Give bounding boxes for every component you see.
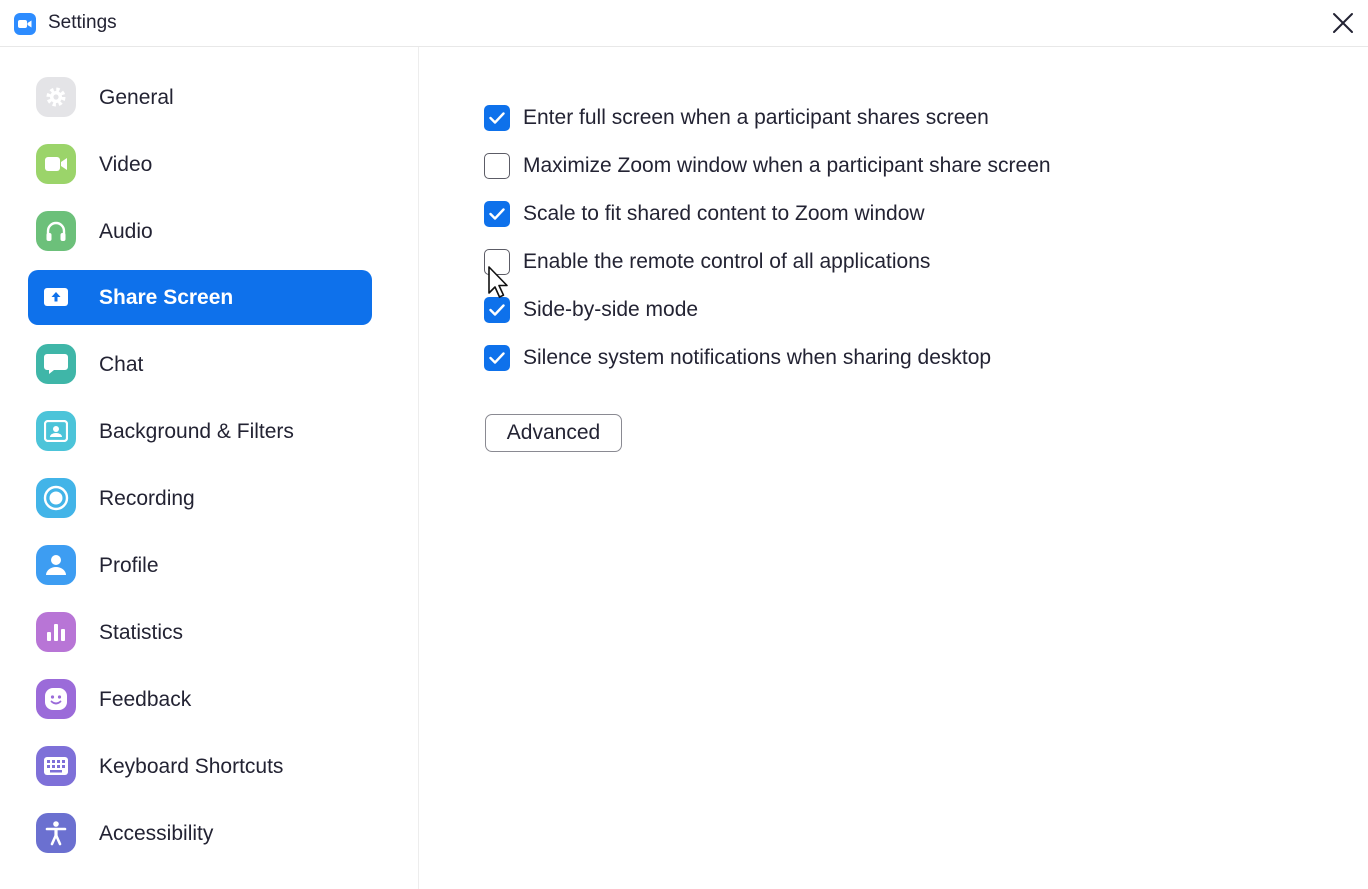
sidebar-item-general[interactable]: General <box>28 70 372 125</box>
sidebar-item-label: General <box>99 86 174 109</box>
bar-chart-icon <box>36 612 76 652</box>
accessibility-icon <box>36 813 76 853</box>
option-enable-remote-control[interactable]: Enable the remote control of all applica… <box>484 247 930 277</box>
sidebar-item-feedback[interactable]: Feedback <box>28 672 372 727</box>
headphones-icon <box>36 211 76 251</box>
background-person-icon <box>36 411 76 451</box>
window-title: Settings <box>48 12 117 33</box>
sidebar-item-label: Background & Filters <box>99 420 294 443</box>
close-button[interactable] <box>1326 6 1360 40</box>
sidebar-item-label: Video <box>99 153 153 176</box>
checkbox-checked[interactable] <box>484 201 510 227</box>
profile-icon <box>36 545 76 585</box>
checkbox-checked[interactable] <box>484 105 510 131</box>
smiley-icon <box>36 679 76 719</box>
zoom-camera-icon <box>14 13 36 35</box>
checkbox-unchecked[interactable] <box>484 249 510 275</box>
option-label: Scale to fit shared content to Zoom wind… <box>523 202 925 225</box>
gear-icon <box>36 77 76 117</box>
sidebar-item-label: Share Screen <box>99 286 234 309</box>
sidebar-item-label: Statistics <box>99 621 184 644</box>
title-bar: Settings <box>0 0 1368 47</box>
option-silence-notifications[interactable]: Silence system notifications when sharin… <box>484 343 991 373</box>
sidebar-item-label: Recording <box>99 487 195 510</box>
sidebar-item-label: Accessibility <box>99 822 214 845</box>
option-label: Silence system notifications when sharin… <box>523 346 992 369</box>
settings-sidebar: General Video Audio Share Screen Chat Ba… <box>0 47 419 889</box>
option-label: Enter full screen when a participant sha… <box>523 106 989 129</box>
keyboard-icon <box>36 746 76 786</box>
sidebar-item-share-screen[interactable]: Share Screen <box>28 270 372 325</box>
sidebar-item-label: Keyboard Shortcuts <box>99 755 284 778</box>
checkmark-icon <box>489 208 505 220</box>
share-screen-settings-panel: Enter full screen when a participant sha… <box>420 47 1368 889</box>
checkbox-unchecked[interactable] <box>484 153 510 179</box>
close-icon <box>1333 13 1353 33</box>
checkbox-checked[interactable] <box>484 345 510 371</box>
option-enter-full-screen[interactable]: Enter full screen when a participant sha… <box>484 103 989 133</box>
sidebar-item-label: Feedback <box>99 688 192 711</box>
option-side-by-side-mode[interactable]: Side-by-side mode <box>484 295 698 325</box>
option-label: Side-by-side mode <box>523 298 699 321</box>
sidebar-item-recording[interactable]: Recording <box>28 471 372 526</box>
checkmark-icon <box>489 304 505 316</box>
option-maximize-zoom-window[interactable]: Maximize Zoom window when a participant … <box>484 151 1051 181</box>
sidebar-item-profile[interactable]: Profile <box>28 538 372 593</box>
sidebar-item-statistics[interactable]: Statistics <box>28 605 372 660</box>
settings-window: Settings General Video Audio Share Scree… <box>0 0 1368 889</box>
record-icon <box>36 478 76 518</box>
video-camera-icon <box>36 144 76 184</box>
chat-bubble-icon <box>36 344 76 384</box>
sidebar-item-label: Chat <box>99 353 144 376</box>
sidebar-item-accessibility[interactable]: Accessibility <box>28 806 372 861</box>
option-label: Maximize Zoom window when a participant … <box>523 154 1051 177</box>
sidebar-item-label: Profile <box>99 554 159 577</box>
sidebar-item-audio[interactable]: Audio <box>28 204 372 259</box>
sidebar-item-label: Audio <box>99 220 153 243</box>
advanced-button[interactable]: Advanced <box>485 414 622 452</box>
checkmark-icon <box>489 352 505 364</box>
sidebar-item-video[interactable]: Video <box>28 137 372 192</box>
checkmark-icon <box>489 112 505 124</box>
sidebar-item-keyboard-shortcuts[interactable]: Keyboard Shortcuts <box>28 739 372 794</box>
option-label: Enable the remote control of all applica… <box>523 250 931 273</box>
checkbox-checked[interactable] <box>484 297 510 323</box>
sidebar-item-chat[interactable]: Chat <box>28 337 372 392</box>
option-scale-to-fit[interactable]: Scale to fit shared content to Zoom wind… <box>484 199 925 229</box>
sidebar-item-background-filters[interactable]: Background & Filters <box>28 404 372 459</box>
share-screen-icon <box>36 277 76 317</box>
